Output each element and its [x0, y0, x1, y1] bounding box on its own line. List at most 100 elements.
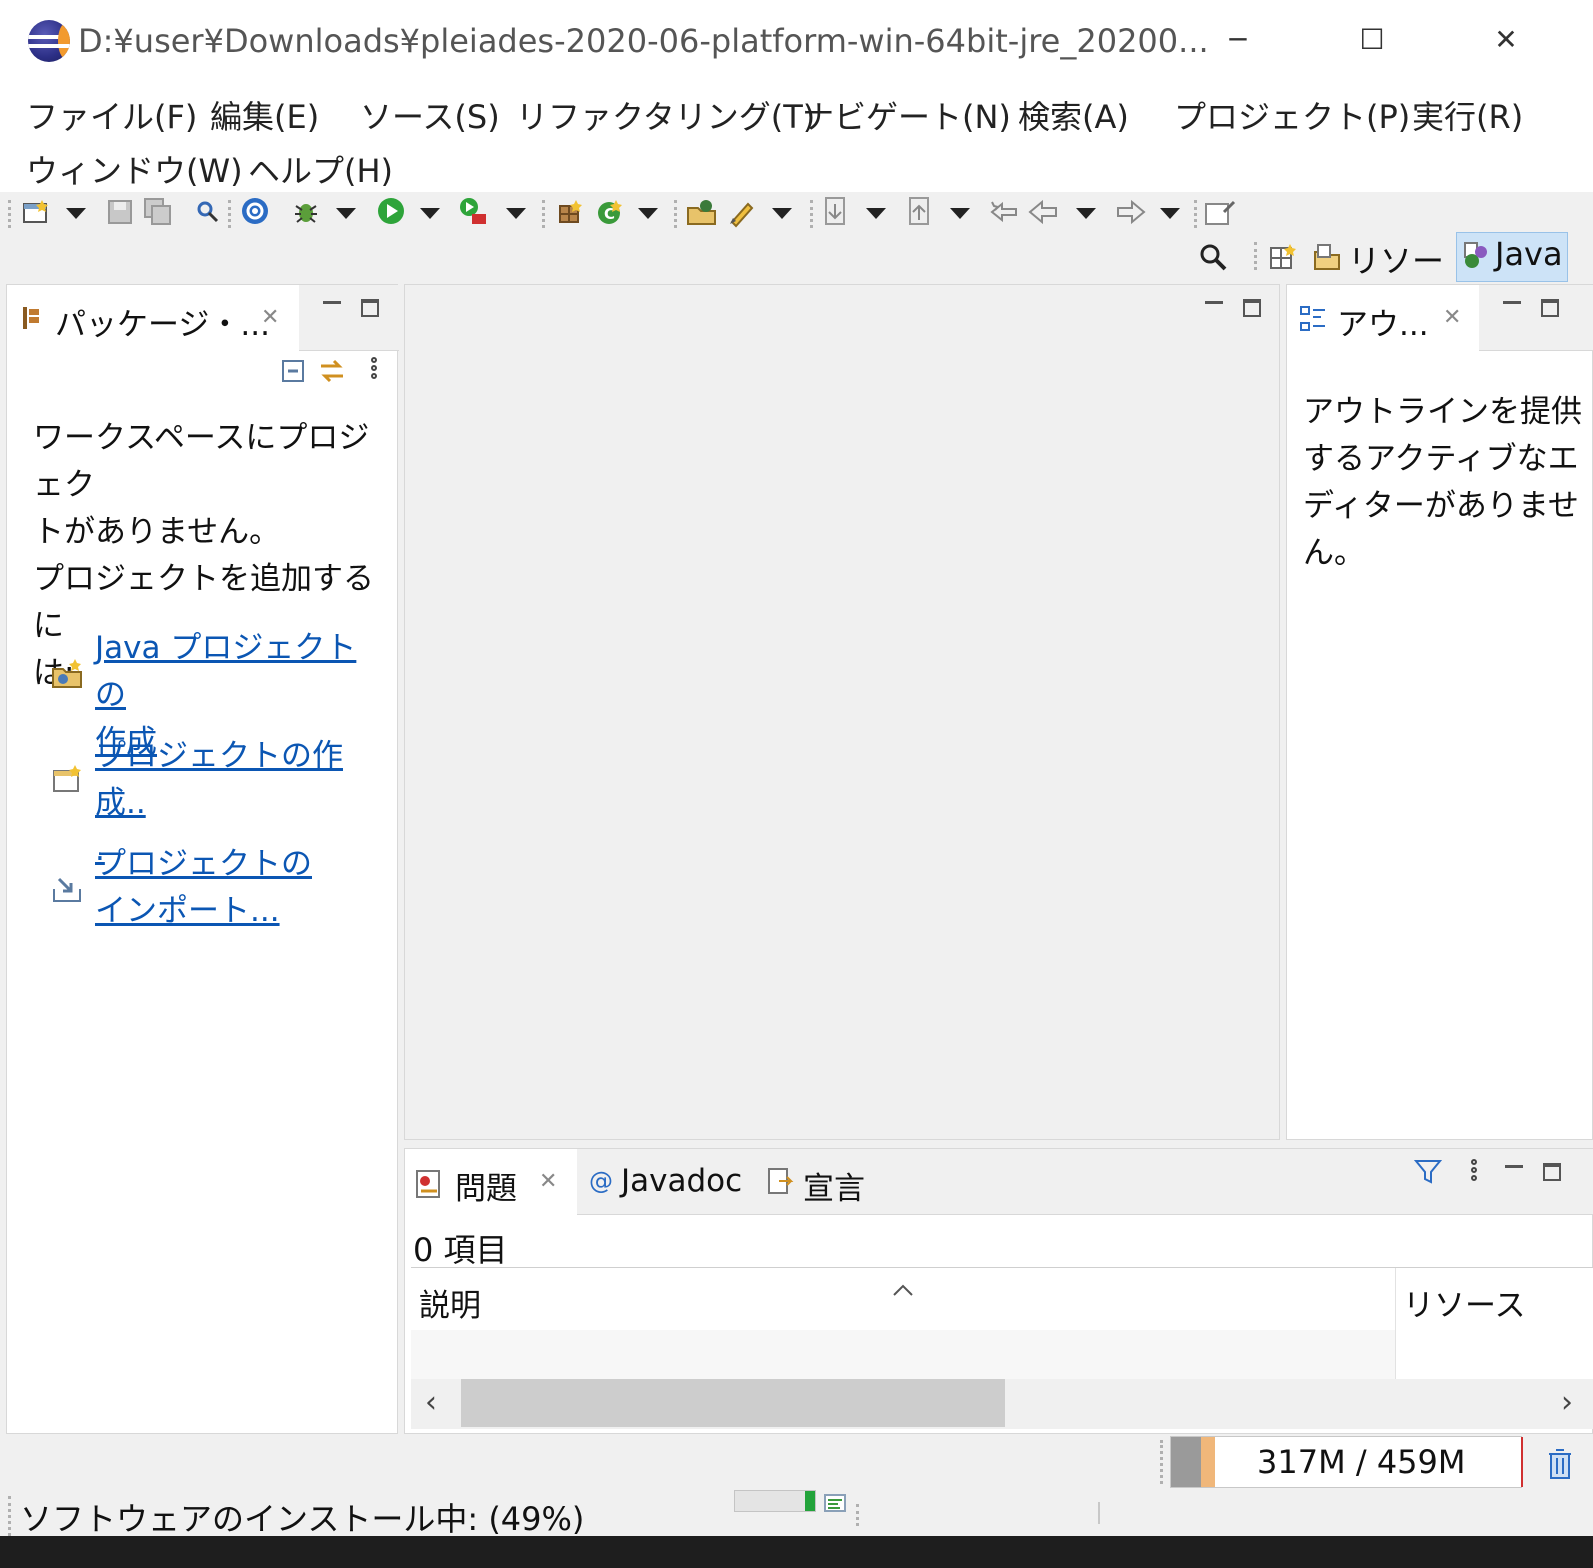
perspective-resource-button[interactable]: リソース [1306, 236, 1454, 326]
open-perspective-icon[interactable] [1268, 242, 1298, 272]
menu-source[interactable]: ソース(S) [360, 92, 500, 138]
settings-gear-icon[interactable] [240, 196, 270, 226]
problems-tab-label: 問題 [455, 1171, 517, 1207]
menu-help[interactable]: ヘルプ(H) [248, 146, 393, 192]
back-arrow-icon[interactable] [1028, 198, 1060, 226]
garbage-collect-icon[interactable] [1546, 1446, 1574, 1482]
horizontal-scrollbar[interactable]: ‹ › [411, 1379, 1593, 1429]
create-project-link-text[interactable]: プロジェクトの作成.. [95, 733, 391, 827]
forward-dropdown-icon[interactable] [1160, 208, 1180, 219]
debug-dropdown-icon[interactable] [336, 208, 356, 219]
table-row [411, 1330, 1395, 1380]
new-java-class-icon[interactable]: C [596, 198, 624, 226]
column-header-resource[interactable]: リソース [1397, 1268, 1593, 1330]
open-task-dropdown-icon[interactable] [772, 208, 792, 219]
menu-edit[interactable]: 編集(E) [210, 92, 319, 138]
next-annotation-dropdown-icon[interactable] [866, 208, 886, 219]
minimize-editor-icon[interactable] [1205, 301, 1223, 304]
package-explorer-panel: パッケージ・... ✕ ワークスペースにプロジェク トがありません。 プロジェク… [6, 284, 399, 1434]
scrollbar-thumb[interactable] [461, 1379, 1005, 1427]
column-header-description[interactable]: 説明 [411, 1268, 1395, 1330]
outline-panel: アウ... ✕ アウトラインを提供 するアクティブなエ ディターがありませ ん。 [1286, 284, 1593, 1140]
new-java-package-icon[interactable] [556, 198, 584, 226]
install-progress-bar[interactable] [734, 1490, 816, 1512]
no-outline-text-line: ディターがありませ [1303, 488, 1579, 524]
view-menu-icon[interactable] [371, 357, 379, 385]
close-tab-icon[interactable]: ✕ [539, 1169, 557, 1194]
menu-search[interactable]: 検索(A) [1018, 92, 1129, 138]
new-dropdown-icon[interactable] [66, 208, 86, 219]
install-progress-fill [805, 1491, 815, 1511]
new-file-icon[interactable] [22, 198, 50, 226]
menu-refactor[interactable]: リファクタリング(T) [516, 92, 815, 138]
java-perspective-icon [1464, 242, 1487, 268]
maximize-view-icon[interactable] [1541, 299, 1559, 317]
import-project-link-text[interactable]: インポート... [95, 888, 385, 935]
create-java-project-link-text[interactable]: Java プロジェクトの [95, 625, 385, 719]
maximize-view-icon[interactable] [1543, 1163, 1561, 1181]
import-project-link-text[interactable]: プロジェクトの [95, 841, 385, 888]
package-explorer-tab[interactable]: パッケージ・... ✕ [7, 285, 299, 351]
filter-icon[interactable] [1413, 1157, 1443, 1187]
previous-annotation-dropdown-icon[interactable] [950, 208, 970, 219]
editor-area [404, 284, 1280, 1140]
title-bar: D:¥user¥Downloads¥pleiades-2020-06-platf… [0, 0, 1593, 80]
next-annotation-icon[interactable] [820, 196, 850, 228]
run-play-icon[interactable] [376, 196, 406, 226]
problems-tab[interactable]: 問題 ✕ [405, 1149, 577, 1215]
maximize-editor-icon[interactable] [1243, 299, 1261, 317]
last-edit-location-icon[interactable] [988, 198, 1020, 226]
javadoc-tab[interactable]: @ Javadoc [585, 1149, 755, 1215]
new-class-dropdown-icon[interactable] [638, 208, 658, 219]
debug-bug-icon[interactable] [292, 198, 320, 226]
progress-view-icon[interactable] [824, 1494, 846, 1512]
new-project-icon [53, 765, 81, 792]
minimize-window-button[interactable]: ─ [1208, 18, 1268, 62]
outline-tab-strip [1479, 285, 1593, 351]
forward-arrow-icon[interactable] [1114, 198, 1146, 226]
menu-file[interactable]: ファイル(F) [26, 92, 197, 138]
search-icon[interactable] [1198, 242, 1228, 272]
view-menu-icon[interactable] [1471, 1159, 1479, 1187]
link-with-editor-icon[interactable] [317, 357, 347, 385]
import-project-link[interactable]: プロジェクトの インポート... [95, 841, 385, 935]
outline-tab[interactable]: アウ... ✕ [1287, 285, 1479, 351]
package-explorer-icon [23, 307, 39, 329]
collapse-all-icon[interactable] [279, 357, 307, 385]
run-dropdown-icon[interactable] [420, 208, 440, 219]
menu-window[interactable]: ウィンドウ(W) [26, 146, 243, 192]
menu-run[interactable]: 実行(R) [1412, 92, 1523, 138]
open-task-icon[interactable] [726, 196, 758, 228]
perspective-java-button[interactable]: Java [1456, 232, 1568, 282]
declaration-tab[interactable]: 宣言 [763, 1149, 883, 1215]
back-dropdown-icon[interactable] [1076, 208, 1096, 219]
external-tools-dropdown-icon[interactable] [506, 208, 526, 219]
minimize-view-icon[interactable] [323, 301, 341, 304]
close-tab-icon[interactable]: ✕ [261, 305, 279, 330]
scroll-left-icon[interactable]: ‹ [425, 1385, 437, 1420]
sort-ascending-icon [893, 1284, 913, 1296]
pin-editor-icon[interactable] [1204, 198, 1236, 226]
menu-navigate[interactable]: ナビゲート(N) [802, 92, 1011, 138]
no-outline-text-line: ん。 [1303, 535, 1365, 571]
run-external-tools-icon[interactable] [458, 196, 490, 228]
maximize-window-button[interactable]: ☐ [1342, 18, 1402, 62]
save-icon[interactable] [106, 198, 134, 226]
menu-project[interactable]: プロジェクト(P) [1174, 92, 1410, 138]
close-tab-icon[interactable]: ✕ [1443, 305, 1461, 330]
previous-annotation-icon[interactable] [904, 196, 934, 228]
save-all-icon[interactable] [144, 198, 172, 226]
scroll-right-icon[interactable]: › [1561, 1385, 1573, 1420]
maximize-view-icon[interactable] [361, 299, 379, 317]
import-project-icon [53, 877, 81, 902]
open-type-icon[interactable] [686, 198, 718, 226]
heap-status-indicator[interactable]: 317M / 459M [1170, 1436, 1523, 1488]
empty-workspace-text-line: トがありません。 [33, 514, 281, 550]
minimize-view-icon[interactable] [1503, 301, 1521, 304]
problems-item-count: 0 項目 [413, 1231, 508, 1269]
close-window-button[interactable]: ✕ [1476, 18, 1536, 62]
heap-status-text: 317M / 459M [1257, 1443, 1466, 1481]
minimize-view-icon[interactable] [1505, 1165, 1523, 1168]
menu-bar: ファイル(F) 編集(E) ソース(S) リファクタリング(T) ナビゲート(N… [0, 80, 1593, 192]
search-scope-icon[interactable] [194, 198, 222, 226]
